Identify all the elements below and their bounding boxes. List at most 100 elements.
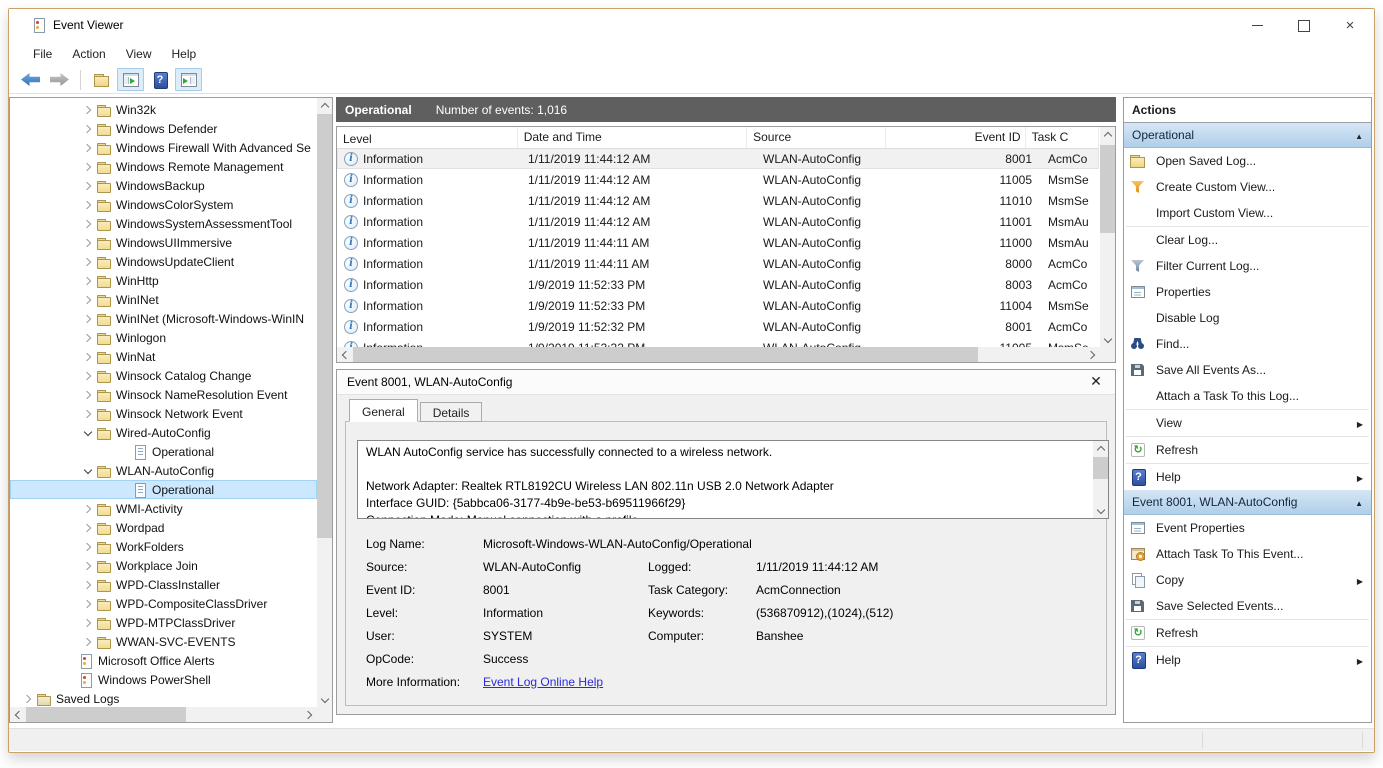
scroll-left-button[interactable] (337, 347, 352, 362)
action-item[interactable]: Help (1124, 647, 1371, 673)
tree-item[interactable]: Windows Firewall With Advanced Se (10, 138, 317, 157)
action-item[interactable]: Open Saved Log... (1124, 148, 1371, 174)
tree-item[interactable]: Winlogon (10, 328, 317, 347)
tree-item[interactable]: Winsock NameResolution Event (10, 385, 317, 404)
tree-item[interactable]: WinHttp (10, 271, 317, 290)
action-item[interactable]: Clear Log... (1124, 227, 1371, 253)
forward-button[interactable] (46, 68, 73, 91)
menu-help[interactable]: Help (162, 43, 207, 65)
scroll-right-button[interactable] (1085, 347, 1100, 362)
event-row[interactable]: Information1/9/2019 11:52:33 PMWLAN-Auto… (337, 295, 1099, 316)
scroll-down-button[interactable] (1100, 332, 1115, 347)
column-header-level[interactable]: Level (337, 127, 518, 148)
expand-chevron[interactable] (80, 463, 96, 479)
scroll-up-button[interactable] (1093, 441, 1108, 456)
action-item[interactable]: Attach Task To This Event... (1124, 541, 1371, 567)
event-row[interactable]: Information1/9/2019 11:52:32 PMWLAN-Auto… (337, 316, 1099, 337)
expand-chevron[interactable] (80, 121, 96, 137)
tree-item[interactable]: WindowsUpdateClient (10, 252, 317, 271)
tree-item[interactable]: WinNat (10, 347, 317, 366)
action-item[interactable]: Event Properties (1124, 515, 1371, 541)
expand-chevron[interactable] (80, 539, 96, 555)
expand-chevron[interactable] (80, 501, 96, 517)
expand-chevron[interactable] (80, 311, 96, 327)
column-header-event-id[interactable]: Event ID (886, 127, 1026, 148)
scrollbar-thumb[interactable] (26, 707, 186, 722)
event-row[interactable]: Information1/11/2019 11:44:12 AMWLAN-Aut… (337, 190, 1099, 211)
tree-item[interactable]: Saved Logs (10, 689, 317, 707)
tree-item[interactable]: WindowsSystemAssessmentTool (10, 214, 317, 233)
action-item[interactable]: Find... (1124, 331, 1371, 357)
tab-general[interactable]: General (349, 399, 418, 422)
action-section-header[interactable]: Operational (1124, 123, 1371, 148)
action-item[interactable]: Save All Events As... (1124, 357, 1371, 383)
expand-chevron[interactable] (80, 406, 96, 422)
tree-item[interactable]: Microsoft Office Alerts (10, 651, 317, 670)
tree-item[interactable]: WindowsUIImmersive (10, 233, 317, 252)
menu-action[interactable]: Action (62, 43, 115, 65)
expand-chevron[interactable] (80, 596, 96, 612)
tree-item[interactable]: Wordpad (10, 518, 317, 537)
expand-chevron[interactable] (80, 140, 96, 156)
scrollbar-thumb[interactable] (1100, 145, 1115, 233)
event-row[interactable]: Information1/11/2019 11:44:12 AMWLAN-Aut… (337, 211, 1099, 232)
tree-item[interactable]: WinINet (Microsoft-Windows-WinIN (10, 309, 317, 328)
column-header-source[interactable]: Source (747, 127, 886, 148)
action-item[interactable]: Refresh (1124, 437, 1371, 463)
expand-chevron[interactable] (80, 216, 96, 232)
tree-item[interactable]: WWAN-SVC-EVENTS (10, 632, 317, 651)
details-close-button[interactable]: ✕ (1087, 373, 1105, 391)
tree-item[interactable]: WMI-Activity (10, 499, 317, 518)
event-row[interactable]: Information1/11/2019 11:44:11 AMWLAN-Aut… (337, 232, 1099, 253)
expand-chevron[interactable] (80, 634, 96, 650)
tree-item[interactable]: Windows PowerShell (10, 670, 317, 689)
menu-file[interactable]: File (23, 43, 62, 65)
tab-details[interactable]: Details (420, 402, 483, 422)
tree-item[interactable]: WindowsColorSystem (10, 195, 317, 214)
tree-item[interactable]: Wired-AutoConfig (10, 423, 317, 442)
close-button[interactable]: × (1327, 9, 1373, 42)
tree-item[interactable]: WinINet (10, 290, 317, 309)
expand-chevron[interactable] (80, 178, 96, 194)
action-item[interactable]: Properties (1124, 279, 1371, 305)
action-item[interactable]: Help (1124, 464, 1371, 490)
tree-item[interactable]: WPD-MTPClassDriver (10, 613, 317, 632)
action-item[interactable]: Disable Log (1124, 305, 1371, 331)
event-row[interactable]: Information1/9/2019 11:52:33 PMWLAN-Auto… (337, 274, 1099, 295)
expand-chevron[interactable] (80, 235, 96, 251)
action-item[interactable]: Create Custom View... (1124, 174, 1371, 200)
expand-chevron[interactable] (80, 577, 96, 593)
scroll-up-button[interactable] (317, 98, 332, 113)
tree-item[interactable]: WLAN-AutoConfig (10, 461, 317, 480)
column-header-date-and-time[interactable]: Date and Time (518, 127, 747, 148)
scroll-left-button[interactable] (10, 707, 25, 722)
scroll-down-button[interactable] (1093, 503, 1108, 518)
tree-item[interactable]: Operational (10, 480, 317, 499)
action-item[interactable]: Save Selected Events... (1124, 593, 1371, 619)
scrollbar-thumb[interactable] (1093, 457, 1108, 479)
message-vertical-scrollbar[interactable] (1093, 441, 1108, 518)
show-hide-action-pane-button[interactable] (175, 68, 202, 91)
menu-view[interactable]: View (116, 43, 162, 65)
tree-item[interactable]: Workplace Join (10, 556, 317, 575)
expand-chevron[interactable] (80, 292, 96, 308)
tree-item[interactable]: Winsock Network Event (10, 404, 317, 423)
expand-chevron[interactable] (80, 368, 96, 384)
tree-item[interactable]: Winsock Catalog Change (10, 366, 317, 385)
tree-item[interactable]: Win32k (10, 100, 317, 119)
expand-chevron[interactable] (80, 273, 96, 289)
expand-chevron[interactable] (80, 387, 96, 403)
tree-item[interactable]: WPD-CompositeClassDriver (10, 594, 317, 613)
tree-item[interactable]: WorkFolders (10, 537, 317, 556)
expand-chevron[interactable] (80, 197, 96, 213)
tree-item[interactable]: Windows Remote Management (10, 157, 317, 176)
tree-vertical-scrollbar[interactable] (317, 98, 332, 707)
event-row[interactable]: Information1/11/2019 11:44:11 AMWLAN-Aut… (337, 253, 1099, 274)
action-item[interactable]: Copy (1124, 567, 1371, 593)
minimize-button[interactable] (1234, 9, 1280, 42)
tree-item[interactable]: WPD-ClassInstaller (10, 575, 317, 594)
scroll-down-button[interactable] (317, 692, 332, 707)
maximize-button[interactable] (1281, 9, 1327, 42)
column-header-task-c[interactable]: Task C (1026, 127, 1099, 148)
expand-chevron[interactable] (80, 615, 96, 631)
